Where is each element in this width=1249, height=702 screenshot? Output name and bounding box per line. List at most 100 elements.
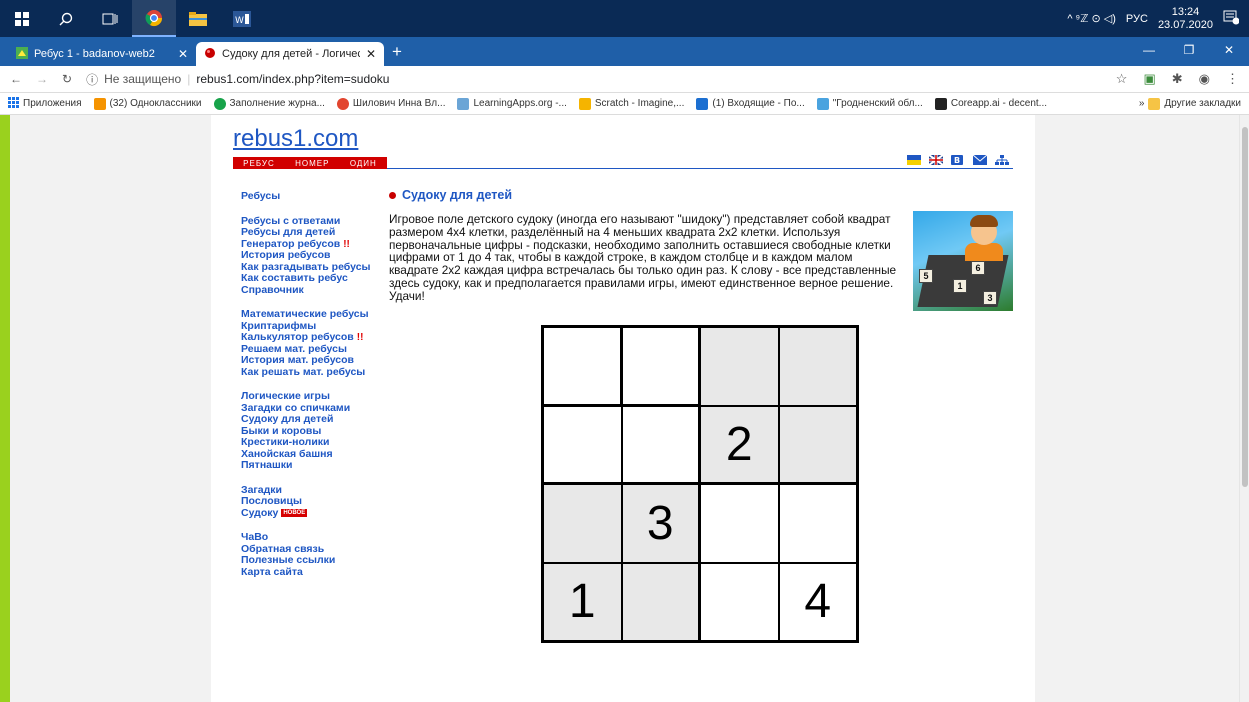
chrome-icon[interactable]	[132, 0, 176, 37]
nav-label: Справочник	[241, 283, 304, 296]
tab-sudoku[interactable]: Судоку для детей - Логические ✕	[196, 42, 384, 66]
back-icon[interactable]: ←	[10, 72, 22, 86]
language-indicator[interactable]: РУС	[1126, 13, 1148, 25]
nav-item[interactable]: Калькулятор ребусов!!	[241, 331, 391, 344]
profile-avatar-icon[interactable]: ◉	[1199, 71, 1210, 87]
site-logo[interactable]: N rebus1.com	[233, 118, 358, 167]
notifications-icon[interactable]	[1223, 9, 1240, 28]
bookmark-grodno[interactable]: "Гродненский обл...	[816, 97, 923, 110]
strip-word: РЕБУС	[243, 158, 275, 168]
sudoku-kid-image: 5 6 1 3	[913, 211, 1013, 311]
uk-flag-icon[interactable]	[928, 152, 944, 166]
forward-icon[interactable]: →	[36, 72, 48, 86]
sudoku-cell[interactable]: 1	[543, 562, 622, 641]
close-window-icon[interactable]: ✕	[1209, 37, 1249, 63]
sudoku-cell[interactable]: 2	[700, 405, 779, 484]
tab-close-icon[interactable]: ✕	[178, 47, 188, 61]
sudoku-cell[interactable]	[700, 484, 779, 563]
nav-item[interactable]: История мат. ребусов	[241, 354, 391, 367]
intro-text: Игровое поле детского судоку (иногда его…	[389, 212, 897, 303]
sudoku-cell[interactable]: 3	[621, 484, 700, 563]
nav-item-rebuses[interactable]: Ребусы	[241, 190, 391, 203]
bookmark-star-icon[interactable]: ☆	[1116, 71, 1128, 87]
nav-label: Карта сайта	[241, 565, 303, 578]
sudoku-cell[interactable]	[700, 562, 779, 641]
chevron-double-icon[interactable]: »	[1139, 98, 1145, 109]
journal-icon	[213, 97, 226, 110]
nav-item[interactable]: Пословицы	[241, 495, 391, 508]
extension-icon[interactable]: ▣	[1143, 71, 1155, 87]
file-explorer-icon[interactable]	[176, 0, 220, 37]
sudoku-cell[interactable]	[621, 562, 700, 641]
bookmark-shilovich[interactable]: Шилович Инна Вл...	[336, 97, 445, 110]
omnibox[interactable]: ⓘ Не защищено | rebus1.com/index.php?ite…	[86, 71, 1102, 88]
nav-item[interactable]: Крестики-нолики	[241, 436, 391, 449]
restore-icon[interactable]: ❐	[1169, 37, 1209, 63]
nav-group: Ребусы с ответами Ребусы для детей Генер…	[241, 215, 391, 297]
sudoku-cell[interactable]	[778, 484, 857, 563]
word-icon[interactable]: W	[220, 0, 264, 37]
mail-icon[interactable]	[972, 152, 988, 165]
sudoku-cell[interactable]	[700, 327, 779, 406]
sudoku-cell[interactable]	[543, 405, 622, 484]
bookmark-other[interactable]: » Другие закладки	[1139, 97, 1241, 110]
nav-item[interactable]: Математические ребусы	[241, 308, 391, 321]
bookmark-scratch[interactable]: Scratch - Imagine,...	[578, 97, 684, 110]
sudoku-cell[interactable]	[621, 405, 700, 484]
folder-icon	[1148, 97, 1161, 110]
bookmark-inbox[interactable]: (1) Входящие - По...	[696, 97, 805, 110]
logo-strip: РЕБУС НОМЕР ОДИН	[233, 157, 387, 169]
bookmark-journal[interactable]: Заполнение журна...	[213, 97, 325, 110]
nav-item[interactable]: История ребусов	[241, 249, 391, 262]
page-scrollbar[interactable]	[1239, 115, 1249, 702]
image-shirt	[965, 243, 1003, 261]
new-tab-icon[interactable]: +	[392, 42, 402, 62]
menu-dots-icon[interactable]: ⋮	[1226, 71, 1239, 87]
bookmark-coreapp[interactable]: Coreapp.ai - decent...	[934, 97, 1047, 110]
sitemap-icon[interactable]	[995, 152, 1009, 165]
nav-item[interactable]: Пятнашки	[241, 459, 391, 472]
nav-item[interactable]: Как составить ребус	[241, 272, 391, 285]
url-text[interactable]: rebus1.com/index.php?item=sudoku	[196, 72, 389, 86]
clock[interactable]: 13:24 23.07.2020	[1158, 6, 1213, 32]
sudoku-cell[interactable]	[543, 327, 622, 406]
bookmark-apps[interactable]: Приложения	[8, 96, 82, 111]
mail-icon	[696, 97, 709, 110]
info-icon[interactable]: ⓘ	[86, 71, 98, 88]
scrollbar-thumb[interactable]	[1242, 127, 1248, 487]
nav-item[interactable]: Карта сайта	[241, 565, 391, 579]
sudoku-cell[interactable]	[778, 405, 857, 484]
minimize-icon[interactable]: —	[1129, 37, 1169, 63]
nav-group: Математические ребусы Криптарифмы Кальку…	[241, 308, 391, 379]
sudoku-cell[interactable]	[778, 327, 857, 406]
desktop-edge	[0, 115, 10, 702]
nav-item[interactable]: Судоку для детей	[241, 413, 391, 426]
nav-item[interactable]: Как решать мат. ребусы	[241, 366, 391, 379]
nav-item[interactable]: ЧаВо	[241, 531, 391, 544]
page-viewport: N rebus1.com РЕБУС НОМЕР ОДИН B Ребусы Р…	[0, 115, 1249, 702]
nav-item[interactable]: Справочник	[241, 283, 391, 297]
windows-start-icon[interactable]	[0, 0, 44, 37]
nav-item[interactable]: Ребусы для детей	[241, 226, 391, 239]
nav-item[interactable]: Судоку НОВОЕ	[241, 507, 391, 520]
page-content: N rebus1.com РЕБУС НОМЕР ОДИН B Ребусы Р…	[211, 115, 1035, 702]
bookmark-odnoklassniki[interactable]: (32) Одноклассники	[93, 97, 202, 110]
reload-icon[interactable]: ↻	[62, 72, 72, 86]
vk-icon[interactable]: B	[951, 152, 965, 165]
image-tile: 1	[953, 279, 967, 293]
system-tray-icons[interactable]: ^ ⁹ℤ ⊙ ◁)	[1067, 12, 1116, 25]
nav-item[interactable]: Полезные ссылки	[241, 554, 391, 567]
nav-label: Ребусы	[241, 190, 281, 202]
extensions-puzzle-icon[interactable]: ✱	[1172, 71, 1183, 87]
nav-item[interactable]: Логические игры	[241, 390, 391, 403]
sudoku-cell[interactable]: 4	[778, 562, 857, 641]
sudoku-cell[interactable]	[543, 484, 622, 563]
tab-rebus1[interactable]: Ребус 1 - badanov-web2 ✕	[8, 42, 196, 66]
search-icon[interactable]	[44, 0, 88, 37]
task-view-icon[interactable]	[88, 0, 132, 37]
ukraine-flag-icon[interactable]	[907, 152, 921, 165]
tab-close-icon[interactable]: ✕	[366, 47, 376, 61]
bookmark-learningapps[interactable]: LearningApps.org -...	[457, 97, 567, 110]
sudoku-cell[interactable]	[621, 327, 700, 406]
strip-word: НОМЕР	[295, 158, 330, 168]
